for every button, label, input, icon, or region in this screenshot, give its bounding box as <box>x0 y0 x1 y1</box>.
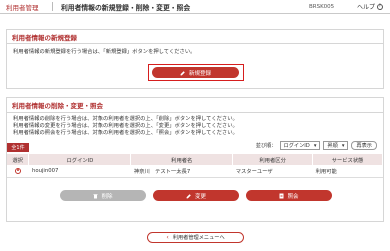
sort-controls: 並び順： ログインID ▾ 昇順 ▾ 再表示 <box>256 141 377 150</box>
chevron-left-icon: ‹ <box>166 234 169 241</box>
edit-icon <box>186 193 191 198</box>
action-buttons: 削除 変更 照会 <box>60 190 332 201</box>
inquiry-button-label: 照会 <box>287 193 299 200</box>
service-status-cell: 利用可能 <box>312 165 383 178</box>
document-icon <box>279 193 284 198</box>
column-header-service-status: サービス状態 <box>312 154 383 165</box>
table-header-row: 選択 ログインID 利用者名 利用者区分 サービス状態 <box>7 154 383 165</box>
help-icon: ? <box>377 3 383 10</box>
back-to-menu-button[interactable]: ‹ 利用者管理メニューへ <box>147 232 244 243</box>
delete-description: 利用者情報の削除を行う場合は、対象の利用者を選択の上、「削除」ボタンを押してくだ… <box>13 116 238 122</box>
column-header-user-name: 利用者名 <box>130 154 234 165</box>
user-table: 選択 ログインID 利用者名 利用者区分 サービス状態 houjin007 神奈… <box>7 154 383 178</box>
chevron-down-icon: ▾ <box>341 142 345 149</box>
register-button-highlight: 新規登録 <box>148 64 244 81</box>
register-description: 利用者情報の新規登録を行う場合は、「新規登録」ボタンを押してください。 <box>13 49 196 55</box>
sort-order-select[interactable]: 昇順 ▾ <box>323 141 349 150</box>
register-heading: 利用者情報の新規登録 <box>7 30 383 44</box>
delete-button-label: 削除 <box>101 193 113 200</box>
header-bar: 利用者管理 利用者情報の新規登録・削除・変更・照会 BRSK005 ヘルプ ? <box>0 0 390 14</box>
sort-field-select[interactable]: ログインID ▾ <box>279 141 321 150</box>
manage-descriptions: 利用者情報の削除を行う場合は、対象の利用者を選択の上、「削除」ボタンを押してくだ… <box>7 116 383 137</box>
column-header-select: 選択 <box>7 154 30 165</box>
help-label: ヘルプ <box>356 4 375 11</box>
manage-heading: 利用者情報の削除・変更・照会 <box>7 98 383 113</box>
redisplay-button[interactable]: 再表示 <box>351 141 377 150</box>
sort-field-value: ログインID <box>283 143 310 149</box>
user-name-cell: 神奈川 テスト⼀太⻑7 <box>130 165 233 178</box>
change-description: 利用者情報の変更を行う場合は、対象の利用者を選択の上、「変更」ボタンを押してくだ… <box>13 123 238 129</box>
back-button-label: 利用者管理メニューへ <box>172 235 225 241</box>
register-section: 利用者情報の新規登録 利用者情報の新規登録を行う場合は、「新規登録」ボタンを押し… <box>6 29 384 89</box>
register-button-label: 新規登録 <box>188 70 211 77</box>
page-title: 利用者情報の新規登録・削除・変更・照会 <box>61 3 191 12</box>
sort-order-value: 昇順 <box>327 143 338 149</box>
help-link[interactable]: ヘルプ ? <box>357 2 390 11</box>
row-radio[interactable] <box>14 167 21 174</box>
trash-icon <box>93 193 98 198</box>
chevron-down-icon: ▾ <box>313 142 317 149</box>
column-header-user-category: 利用者区分 <box>232 154 314 165</box>
column-header-login-id: ログインID <box>28 154 132 165</box>
table-row[interactable]: houjin007 神奈川 テスト⼀太⻑7 マスターユーザ 利用可能 <box>7 165 383 178</box>
register-button[interactable]: 新規登録 <box>152 67 239 78</box>
change-button-label: 変更 <box>194 193 206 200</box>
change-button[interactable]: 変更 <box>153 190 239 201</box>
manage-section: 利用者情報の削除・変更・照会 利用者情報の削除を行う場合は、対象の利用者を選択の… <box>6 97 384 222</box>
sort-label: 並び順： <box>255 143 277 149</box>
select-cell[interactable] <box>7 165 29 178</box>
user-category-cell: マスターユーザ <box>232 165 313 178</box>
screen-code: BRSK005 <box>308 3 335 10</box>
menu-label: 利用者管理 <box>6 3 39 12</box>
inquiry-description: 利用者情報の照会を行う場合は、対象の利用者を選択の上、「照会」ボタンを押してくだ… <box>13 130 238 136</box>
login-id-cell: houjin007 <box>28 165 131 178</box>
edit-icon <box>180 70 185 75</box>
count-badge: 全1件 <box>7 143 29 152</box>
inquiry-button[interactable]: 照会 <box>246 190 332 201</box>
delete-button[interactable]: 削除 <box>60 190 146 201</box>
